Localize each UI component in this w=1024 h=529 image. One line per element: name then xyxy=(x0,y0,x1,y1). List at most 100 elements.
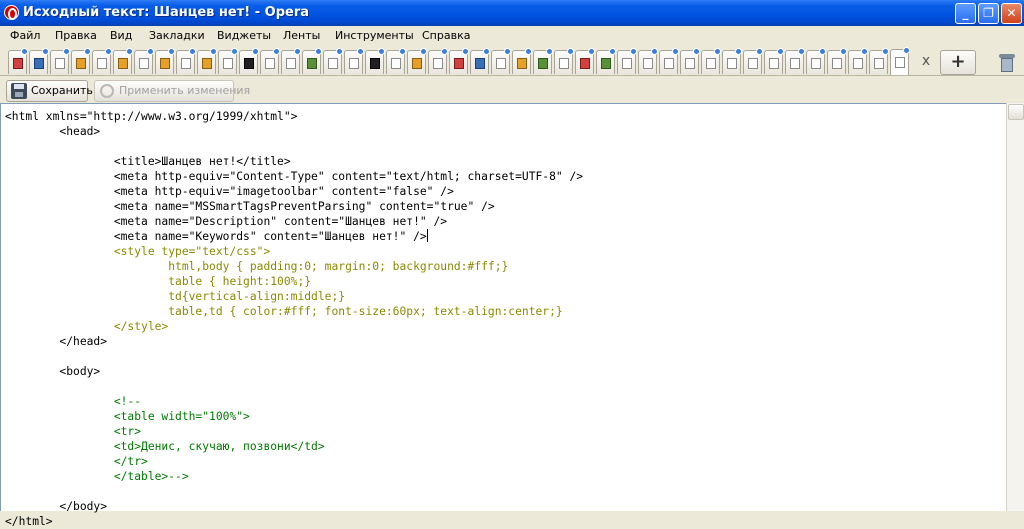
browser-tab[interactable] xyxy=(785,48,805,74)
browser-tab[interactable] xyxy=(92,48,112,74)
browser-tab[interactable] xyxy=(659,48,679,74)
tab-indicator-icon xyxy=(840,48,847,55)
browser-tab[interactable] xyxy=(764,48,784,74)
menu-widgets[interactable]: Виджеты xyxy=(217,29,271,42)
source-line: <body> xyxy=(5,365,101,378)
browser-tab[interactable] xyxy=(407,48,427,74)
menu-tools[interactable]: Инструменты xyxy=(335,29,414,42)
tab-indicator-icon xyxy=(189,48,196,55)
browser-tab[interactable] xyxy=(197,48,217,74)
browser-tab[interactable] xyxy=(71,48,91,74)
title-bar[interactable]: Исходный текст: Шанцев нет! - Opera _ ❐ … xyxy=(0,0,1024,26)
tab-indicator-icon xyxy=(168,48,175,55)
scroll-up-arrow-icon[interactable] xyxy=(1008,104,1024,120)
browser-tab[interactable] xyxy=(554,48,574,74)
source-line: html,body { padding:0; margin:0; backgro… xyxy=(5,260,509,273)
tab-indicator-icon xyxy=(84,48,91,55)
menu-feeds[interactable]: Ленты xyxy=(283,29,320,42)
tab-favicon-icon xyxy=(55,58,65,69)
browser-tab[interactable] xyxy=(722,48,742,74)
tab-indicator-icon xyxy=(861,48,868,55)
source-line xyxy=(5,139,583,154)
source-line: </head> xyxy=(5,335,108,348)
tab-indicator-icon xyxy=(903,47,910,54)
browser-tab[interactable] xyxy=(743,48,763,74)
tab-favicon-icon xyxy=(622,58,632,69)
browser-tab[interactable] xyxy=(323,48,343,74)
tab-favicon-icon xyxy=(769,58,779,69)
browser-tab[interactable] xyxy=(449,48,469,74)
browser-tab[interactable] xyxy=(113,48,133,74)
browser-tab[interactable] xyxy=(869,48,889,74)
source-code-editor[interactable]: <html xmlns="http://www.w3.org/1999/xhtm… xyxy=(0,103,1006,528)
browser-tab[interactable] xyxy=(638,48,658,74)
browser-tab[interactable] xyxy=(134,48,154,74)
browser-tab[interactable] xyxy=(491,48,511,74)
browser-tab[interactable] xyxy=(50,48,70,74)
browser-tab[interactable] xyxy=(806,48,826,74)
tab-close-icon[interactable]: x xyxy=(918,53,934,69)
menu-edit[interactable]: Правка xyxy=(55,29,97,42)
new-tab-button[interactable]: + xyxy=(940,50,976,75)
source-line: <meta http-equiv="Content-Type" content=… xyxy=(5,170,584,183)
menu-file[interactable]: Файл xyxy=(10,29,40,42)
menu-view[interactable]: Вид xyxy=(110,29,132,42)
browser-tab[interactable] xyxy=(575,48,595,74)
browser-tab[interactable] xyxy=(470,48,490,74)
source-code-text[interactable]: <html xmlns="http://www.w3.org/1999/xhtm… xyxy=(5,109,583,529)
source-line xyxy=(5,379,583,394)
browser-tab[interactable] xyxy=(827,48,847,74)
tab-indicator-icon xyxy=(441,48,448,55)
tab-indicator-icon xyxy=(273,48,280,55)
menu-bookmarks[interactable]: Закладки xyxy=(149,29,205,42)
browser-tab[interactable] xyxy=(596,48,616,74)
browser-tab[interactable] xyxy=(890,47,910,75)
tab-indicator-icon xyxy=(882,48,889,55)
tab-indicator-icon xyxy=(609,48,616,55)
browser-tab[interactable] xyxy=(218,48,238,74)
browser-tab[interactable] xyxy=(239,48,259,74)
tab-favicon-icon xyxy=(475,58,485,69)
browser-tab[interactable] xyxy=(344,48,364,74)
tab-indicator-icon xyxy=(21,48,28,55)
minimize-button[interactable]: _ xyxy=(955,3,976,24)
close-button[interactable]: ✕ xyxy=(1001,3,1022,24)
vertical-scrollbar[interactable] xyxy=(1006,103,1024,511)
source-line: table,td { color:#fff; font-size:60px; t… xyxy=(5,305,563,318)
source-line: <title>Шанцев нет!</title> xyxy=(5,155,291,168)
tab-favicon-icon xyxy=(97,58,107,69)
browser-tab[interactable] xyxy=(428,48,448,74)
apply-changes-button[interactable]: Применить изменения xyxy=(94,80,250,102)
tab-indicator-icon xyxy=(126,48,133,55)
maximize-button[interactable]: ❐ xyxy=(978,3,999,24)
browser-tab[interactable] xyxy=(512,48,532,74)
menu-help[interactable]: Справка xyxy=(422,29,470,42)
browser-tab[interactable] xyxy=(176,48,196,74)
browser-tab[interactable] xyxy=(848,48,868,74)
browser-tab[interactable] xyxy=(533,48,553,74)
browser-tab[interactable] xyxy=(617,48,637,74)
tab-favicon-icon xyxy=(706,58,716,69)
source-line xyxy=(5,484,583,499)
opera-logo-icon xyxy=(4,5,19,20)
trash-icon[interactable] xyxy=(997,52,1017,74)
browser-tab[interactable] xyxy=(29,48,49,74)
save-button[interactable]: Сохранить xyxy=(6,80,93,102)
browser-tab[interactable] xyxy=(365,48,385,74)
tab-indicator-icon xyxy=(147,48,154,55)
source-line xyxy=(5,349,583,364)
browser-tab[interactable] xyxy=(8,48,28,74)
tab-favicon-icon xyxy=(244,58,254,69)
source-line: <style type="text/css"> xyxy=(5,245,271,258)
browser-tab[interactable] xyxy=(281,48,301,74)
browser-tab[interactable] xyxy=(155,48,175,74)
browser-tab[interactable] xyxy=(302,48,322,74)
tab-indicator-icon xyxy=(315,48,322,55)
tab-favicon-icon xyxy=(559,58,569,69)
source-line: </body> xyxy=(5,500,108,513)
browser-tab[interactable] xyxy=(701,48,721,74)
browser-tab[interactable] xyxy=(260,48,280,74)
browser-tab[interactable] xyxy=(680,48,700,74)
source-line: <meta name="Keywords" content="Шанцев не… xyxy=(5,229,428,243)
browser-tab[interactable] xyxy=(386,48,406,74)
